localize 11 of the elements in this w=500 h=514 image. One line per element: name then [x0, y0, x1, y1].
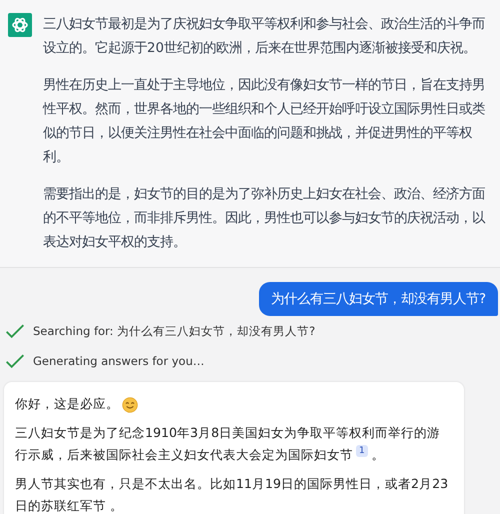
paragraph: 三八妇女节最初是为了庆祝妇女争取平等权利和参与社会、政治生活的斗争而设立的。它起源于20世纪初的欧洲，后来在世界范围内逐渐被接受和庆祝。 [43, 16, 486, 58]
paragraph: 男性在历史上一直处于主导地位，因此没有像妇女节一样的节日，旨在支持男性平权。然而，世界各地的一些组织和个人已经开始呼吁设立国际男性日或类似的节日，以便关注男性在社会中面临的问题和挑战，并促进男性的平等权利。 [43, 76, 486, 167]
user-message: 为什么有三八妇女节，却没有男人节? [258, 282, 498, 316]
status-text: Searching for: 为什么有三八妇女节，却没有男人节? [33, 324, 316, 338]
paragraph: 你好，这是必应。 [15, 395, 119, 413]
paragraph: 男人节其实也有，只是不太出名。比如11月19日的国际男性日，或者2月23日的苏联红军节 。 [15, 475, 450, 514]
footnote-link[interactable]: 1 [356, 445, 368, 457]
status-text: Generating answers for you… [33, 354, 204, 368]
logo-icon [8, 13, 32, 37]
paragraph: 需要指出的是，妇女节的目的是为了弥补历史上妇女在社会、政治、经济方面的不平等地位，而非排斥男性。因此，男性也可以参与妇女节的庆祝活动，以表达对妇女平权的支持。 [43, 186, 486, 252]
paragraph: 三八妇女节是为了纪念1910年3月8日美国妇女为争取平等权利而举行的游行示威，后来被国际社会主义妇女代表大会定为国际妇女节 1 。 [15, 424, 442, 464]
